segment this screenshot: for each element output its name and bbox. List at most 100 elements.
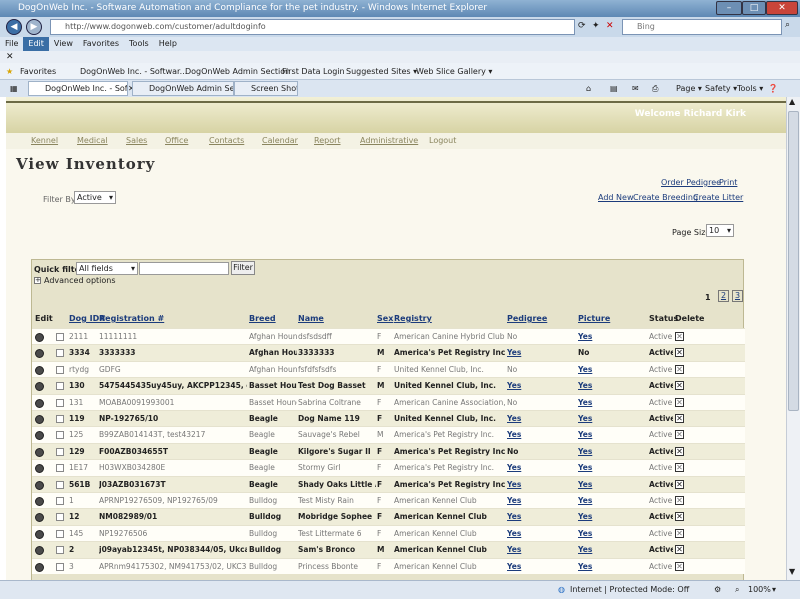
edit-icon[interactable] bbox=[35, 431, 44, 441]
stop-icon[interactable]: ✕ bbox=[606, 21, 614, 31]
help-icon[interactable]: ❓ bbox=[768, 80, 778, 97]
cell-picture[interactable]: Yes bbox=[578, 526, 618, 542]
menu-view[interactable]: View bbox=[49, 37, 78, 51]
create-breeding-link[interactable]: Create Breeding bbox=[633, 193, 698, 202]
fav-item-dogonweb[interactable]: DogOnWeb Inc. - Softwar... bbox=[80, 63, 187, 80]
edit-icon[interactable] bbox=[35, 382, 44, 392]
edit-icon[interactable] bbox=[35, 529, 44, 539]
nav-logout[interactable]: Logout bbox=[429, 133, 456, 149]
print-link[interactable]: Print bbox=[719, 178, 737, 187]
row-checkbox[interactable] bbox=[56, 497, 64, 505]
delete-icon[interactable]: ✕ bbox=[675, 446, 684, 456]
cell-pedigree[interactable]: Yes bbox=[507, 477, 547, 493]
menu-edit[interactable]: Edit bbox=[23, 37, 49, 51]
row-checkbox[interactable] bbox=[56, 447, 64, 456]
cell-picture[interactable]: Yes bbox=[578, 509, 618, 525]
col-name[interactable]: Name bbox=[298, 312, 324, 326]
cell-pedigree[interactable]: Yes bbox=[507, 411, 547, 427]
delete-icon[interactable]: ✕ bbox=[675, 430, 684, 440]
scroll-down-icon[interactable]: ▼ bbox=[789, 567, 795, 576]
cell-picture[interactable]: Yes bbox=[578, 329, 618, 345]
table-row[interactable]: 33343333333Afghan Hound3333333MAmerica's… bbox=[32, 344, 745, 361]
nav-report[interactable]: Report bbox=[314, 133, 341, 149]
refresh-icon[interactable]: ⟳ bbox=[578, 21, 586, 31]
delete-icon[interactable]: ✕ bbox=[675, 479, 684, 489]
nav-sales[interactable]: Sales bbox=[126, 133, 147, 149]
table-row[interactable]: 2111 11111111 Afghan Hound dsfsdsdff F Americ… bbox=[32, 328, 745, 345]
table-row[interactable]: 561B J03AZB031673T Beagle Shady Oaks Little… bbox=[32, 475, 745, 493]
table-row[interactable]: 145 NP19276506 Bulldog Test Littermate 6 F Am… bbox=[32, 524, 745, 542]
cell-picture[interactable]: Yes bbox=[578, 477, 618, 493]
edit-icon[interactable] bbox=[35, 464, 44, 474]
table-row[interactable]: rtydg GDFG Afghan Hound fsfdfsfsdfs F United … bbox=[32, 360, 745, 378]
tools-menu[interactable]: Tools ▾ bbox=[737, 80, 763, 97]
edit-icon[interactable] bbox=[35, 365, 44, 375]
page-menu[interactable]: Page ▾ bbox=[676, 80, 702, 97]
close-icon[interactable]: ✕ bbox=[766, 1, 798, 15]
col-sex[interactable]: Sex bbox=[377, 312, 393, 326]
table-row[interactable]: 125 B99ZAB014143T, test43217 Beagle Sauvage… bbox=[32, 426, 745, 443]
row-checkbox[interactable] bbox=[56, 365, 64, 374]
nav-administrative[interactable]: Administrative bbox=[360, 133, 418, 149]
cell-picture[interactable]: Yes bbox=[578, 427, 618, 443]
nav-contacts[interactable]: Contacts bbox=[209, 133, 244, 149]
quick-tabs-icon[interactable]: ▦ bbox=[10, 80, 18, 97]
tab-admin[interactable]: DogOnWeb Admin Section bbox=[132, 81, 234, 96]
feeds-icon[interactable]: ▤ bbox=[610, 80, 618, 97]
delete-icon[interactable]: ✕ bbox=[675, 364, 684, 374]
row-checkbox[interactable] bbox=[56, 529, 64, 538]
row-checkbox[interactable] bbox=[56, 562, 64, 571]
table-row[interactable]: 131 MOABA0091993001 Basset Hound Sabrina Co… bbox=[32, 393, 745, 410]
cell-picture[interactable]: Yes bbox=[578, 362, 618, 378]
edit-icon[interactable] bbox=[35, 398, 44, 408]
fav-item-webslice[interactable]: Web Slice Gallery ▾ bbox=[416, 63, 492, 80]
add-new-link[interactable]: Add New bbox=[598, 193, 633, 202]
delete-icon[interactable]: ✕ bbox=[675, 545, 684, 555]
cell-pedigree[interactable]: Yes bbox=[507, 427, 547, 443]
fav-item-suggested[interactable]: Suggested Sites ▾ bbox=[346, 63, 417, 80]
cell-pedigree[interactable]: Yes bbox=[507, 526, 547, 542]
filter-button[interactable]: Filter bbox=[231, 261, 255, 275]
nav-kennel[interactable]: Kennel bbox=[31, 133, 58, 149]
search-icon[interactable]: ⌕ bbox=[785, 20, 790, 30]
cell-picture[interactable]: Yes bbox=[578, 378, 618, 394]
edit-icon[interactable] bbox=[35, 349, 44, 359]
menu-favorites[interactable]: Favorites bbox=[78, 37, 124, 51]
edit-icon[interactable] bbox=[35, 415, 44, 424]
row-checkbox[interactable] bbox=[56, 480, 64, 489]
fav-item-admin[interactable]: DogOnWeb Admin Section bbox=[185, 63, 290, 80]
zoom-chevron-icon[interactable]: ▾ bbox=[772, 581, 776, 599]
delete-icon[interactable]: ✕ bbox=[675, 512, 684, 522]
cell-picture[interactable]: Yes bbox=[578, 493, 618, 509]
edit-icon[interactable] bbox=[35, 480, 44, 490]
nav-office[interactable]: Office bbox=[165, 133, 188, 149]
scroll-thumb[interactable] bbox=[788, 111, 799, 411]
edit-icon[interactable] bbox=[35, 562, 44, 572]
cell-picture[interactable]: Yes bbox=[578, 542, 618, 558]
col-pedigree[interactable]: Pedigree bbox=[507, 312, 547, 326]
row-checkbox[interactable] bbox=[56, 464, 64, 473]
cell-picture[interactable]: Yes bbox=[578, 411, 618, 427]
nav-medical[interactable]: Medical bbox=[77, 133, 108, 149]
cell-pedigree[interactable]: Yes bbox=[507, 493, 547, 509]
menu-tools[interactable]: Tools bbox=[124, 37, 154, 51]
favorites-button[interactable]: Favorites bbox=[20, 63, 56, 80]
back-icon[interactable]: ◀ bbox=[6, 19, 22, 35]
advanced-options-link[interactable]: Advanced options bbox=[44, 276, 116, 285]
forward-icon[interactable]: ▶ bbox=[26, 19, 42, 35]
maximize-icon[interactable]: □ bbox=[742, 1, 766, 15]
row-checkbox[interactable] bbox=[56, 513, 64, 522]
page-2-link[interactable]: 2 bbox=[718, 290, 729, 302]
row-checkbox[interactable] bbox=[56, 431, 64, 440]
row-checkbox[interactable] bbox=[56, 546, 64, 555]
delete-icon[interactable]: ✕ bbox=[675, 414, 684, 423]
address-bar[interactable]: http://www.dogonweb.com/customer/adultdo… bbox=[50, 19, 575, 35]
zoom-level[interactable]: 100% bbox=[748, 581, 771, 599]
row-checkbox[interactable] bbox=[56, 382, 64, 391]
delete-icon[interactable]: ✕ bbox=[675, 561, 684, 571]
order-pedigree-link[interactable]: Order Pedigree bbox=[661, 178, 721, 187]
table-row[interactable]: 1E17 H03WXB034280E Beagle Stormy Girl F Ameri… bbox=[32, 459, 745, 476]
edit-icon[interactable] bbox=[35, 497, 44, 506]
cell-pedigree[interactable]: Yes bbox=[507, 542, 547, 558]
rss-icon[interactable]: ✦ bbox=[592, 21, 600, 31]
